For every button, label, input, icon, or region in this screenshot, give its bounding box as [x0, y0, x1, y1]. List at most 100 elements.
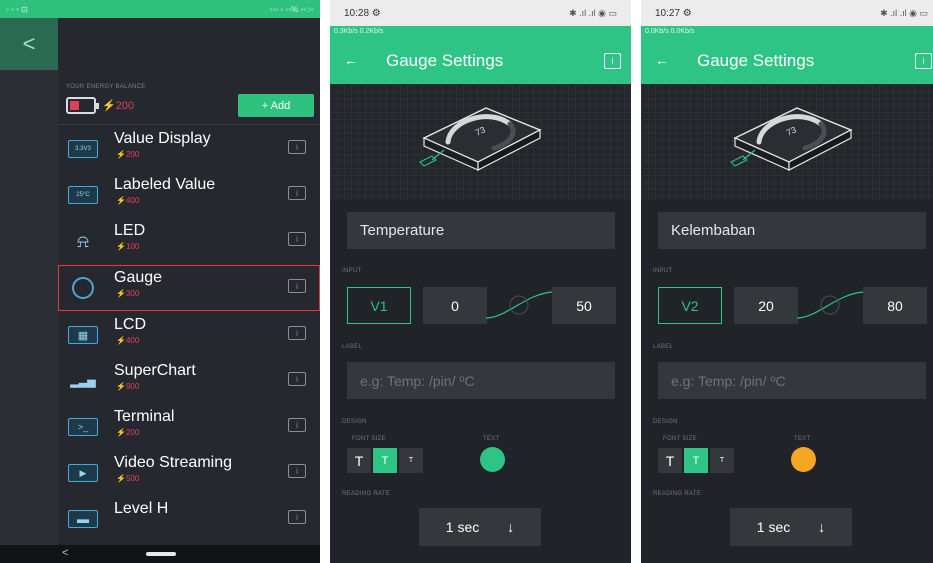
info-icon[interactable]: i — [288, 326, 306, 340]
widget-name: Video Streaming — [114, 454, 232, 471]
widget-name: LCD — [114, 316, 147, 333]
app-header: 0.0Kb/s 0.0Kb/s ← Gauge Settings i — [641, 26, 933, 84]
mapping-curve-icon — [486, 291, 552, 319]
close-drawer-button[interactable]: < — [0, 18, 58, 70]
info-icon[interactable]: i — [288, 510, 306, 524]
widget-name: LED — [114, 222, 146, 239]
label-input[interactable]: e.g: Temp: /pin/ ºC — [347, 362, 615, 399]
widget-cost: ⚡200 — [116, 428, 140, 437]
widget-name: SuperChart — [114, 362, 196, 379]
text-color-swatch[interactable] — [480, 447, 505, 472]
widget-item-terminal[interactable]: >_ Terminal ⚡200 i — [58, 404, 320, 450]
pin-selector[interactable]: V1 — [347, 287, 411, 324]
video-icon: ▶ — [68, 464, 98, 482]
widget-item-labeled-value[interactable]: 25°C Labeled Value ⚡400 i — [58, 172, 320, 218]
font-size-small-button[interactable]: T — [710, 448, 734, 473]
info-icon[interactable]: i — [288, 418, 306, 432]
reading-rate-dropdown[interactable]: 1 sec ↓ — [730, 508, 852, 546]
font-size-small-button[interactable]: T — [399, 448, 423, 473]
widget-name: Labeled Value — [114, 176, 216, 193]
network-speed: 0.3Kb/s 0.2Kb/s — [334, 28, 384, 35]
status-time: 10:27 ⚙ — [655, 7, 692, 19]
info-icon[interactable]: i — [288, 186, 306, 200]
pin-selector[interactable]: V2 — [658, 287, 722, 324]
font-size-large-button[interactable]: T — [658, 448, 682, 473]
screenshot-collage: ◦ ◦ ◦ ⊡ ◦◦◦ ◦ ◦◦% ◦◦:◦◦ < YOUR ENERGY BA… — [0, 0, 933, 563]
info-icon[interactable]: i — [288, 140, 306, 154]
widget-name: Gauge — [114, 269, 163, 286]
dropdown-arrow-icon: ↓ — [818, 519, 826, 535]
network-speed: 0.0Kb/s 0.0Kb/s — [645, 28, 695, 35]
status-bar: 10:27 ⚙ ✱ .ıl .ıl ◉ ▭ — [641, 0, 933, 26]
gauge-settings-screen-kelembaban: 10:27 ⚙ ✱ .ıl .ıl ◉ ▭ 0.0Kb/s 0.0Kb/s ← … — [641, 0, 933, 563]
back-arrow-icon[interactable]: ← — [655, 52, 669, 68]
widget-box-drawer: YOUR ENERGY BALANCE ⚡200 + Add 3.3V3 Val… — [58, 18, 320, 545]
font-size-large-button[interactable]: T — [347, 448, 371, 473]
info-icon[interactable]: i — [288, 464, 306, 478]
widget-name: Level H — [114, 500, 169, 517]
reading-rate-value: 1 sec — [756, 519, 791, 535]
info-icon[interactable]: i — [288, 372, 306, 386]
status-right: ◦◦◦ ◦ ◦◦% ◦◦:◦◦ — [269, 4, 314, 14]
status-icons: ✱ .ıl .ıl ◉ ▭ — [880, 7, 928, 18]
widget-preview: 73 — [330, 84, 631, 200]
mapping-curve-icon — [797, 291, 863, 319]
gauge-icon — [72, 277, 94, 299]
widget-item-value-display[interactable]: 3.3V3 Value Display ⚡200 i — [58, 126, 320, 172]
energy-balance-value: ⚡200 — [102, 100, 135, 112]
widget-item-led[interactable]: ⍾ LED ⚡100 i — [58, 218, 320, 264]
nav-home-pill[interactable] — [146, 552, 176, 556]
back-arrow-icon[interactable]: ← — [344, 52, 358, 68]
text-color-swatch[interactable] — [791, 447, 816, 472]
widget-item-level-h[interactable]: ▬ Level H i — [58, 496, 320, 542]
reading-rate-value: 1 sec — [445, 519, 480, 535]
status-icons: ✱ .ıl .ıl ◉ ▭ — [569, 7, 617, 18]
widget-item-lcd[interactable]: ▦ LCD ⚡400 i — [58, 312, 320, 358]
font-size-medium-button[interactable]: T — [684, 448, 708, 473]
widget-name-input[interactable]: Temperature — [347, 212, 615, 249]
superchart-icon: ▂▃▅ — [70, 375, 96, 388]
terminal-icon: >_ — [68, 418, 98, 436]
info-icon[interactable]: i — [915, 53, 932, 69]
project-canvas-strip: < — [0, 18, 58, 545]
widget-name-input[interactable]: Kelembaban — [658, 212, 926, 249]
status-bar: 10:28 ⚙ ✱ .ıl .ıl ◉ ▭ — [330, 0, 631, 26]
min-value-input[interactable]: 20 — [734, 287, 798, 324]
label-input[interactable]: e.g: Temp: /pin/ ºC — [658, 362, 926, 399]
text-color-label: TEXT — [794, 436, 811, 442]
max-value-input[interactable]: 80 — [863, 287, 927, 324]
reading-rate-label: READING RATE — [653, 491, 702, 497]
level-h-icon: ▬ — [68, 510, 98, 528]
info-icon[interactable]: i — [288, 279, 306, 293]
status-time: 10:28 ⚙ — [344, 7, 381, 19]
reading-rate-label: READING RATE — [342, 491, 391, 497]
gauge-preview-illustration: 73 — [730, 107, 853, 171]
widget-name: Value Display — [114, 130, 211, 147]
status-left: ◦ ◦ ◦ ⊡ — [6, 4, 28, 14]
widget-cost: ⚡200 — [116, 150, 140, 159]
reading-rate-dropdown[interactable]: 1 sec ↓ — [419, 508, 541, 546]
design-section-label: DESIGN — [342, 419, 367, 425]
font-size-label: FONT SIZE — [352, 436, 386, 442]
widget-cost: ⚡300 — [116, 289, 140, 298]
info-icon[interactable]: i — [288, 232, 306, 246]
widget-item-gauge[interactable]: Gauge ⚡300 i — [58, 265, 320, 311]
label-section-label: LABEL — [653, 344, 674, 350]
widget-item-superchart[interactable]: ▂▃▅ SuperChart ⚡900 i — [58, 358, 320, 404]
info-icon[interactable]: i — [604, 53, 621, 69]
widget-cost: ⚡400 — [116, 196, 140, 205]
widget-cost: ⚡100 — [116, 242, 140, 251]
widget-name: Terminal — [114, 408, 175, 425]
font-size-medium-button[interactable]: T — [373, 448, 397, 473]
nav-back-button[interactable]: < — [62, 547, 68, 559]
gauge-settings-screen-temperature: 10:28 ⚙ ✱ .ıl .ıl ◉ ▭ 0.3Kb/s 0.2Kb/s ← … — [330, 0, 631, 563]
widget-box-screen: ◦ ◦ ◦ ⊡ ◦◦◦ ◦ ◦◦% ◦◦:◦◦ < YOUR ENERGY BA… — [0, 0, 320, 563]
energy-balance-label: YOUR ENERGY BALANCE — [66, 84, 146, 90]
min-value-input[interactable]: 0 — [423, 287, 487, 324]
add-energy-button[interactable]: + Add — [238, 94, 314, 117]
text-color-label: TEXT — [483, 436, 500, 442]
widget-item-video-streaming[interactable]: ▶ Video Streaming ⚡500 i — [58, 450, 320, 496]
divider — [58, 124, 320, 125]
max-value-input[interactable]: 50 — [552, 287, 616, 324]
lcd-icon: ▦ — [68, 326, 98, 344]
